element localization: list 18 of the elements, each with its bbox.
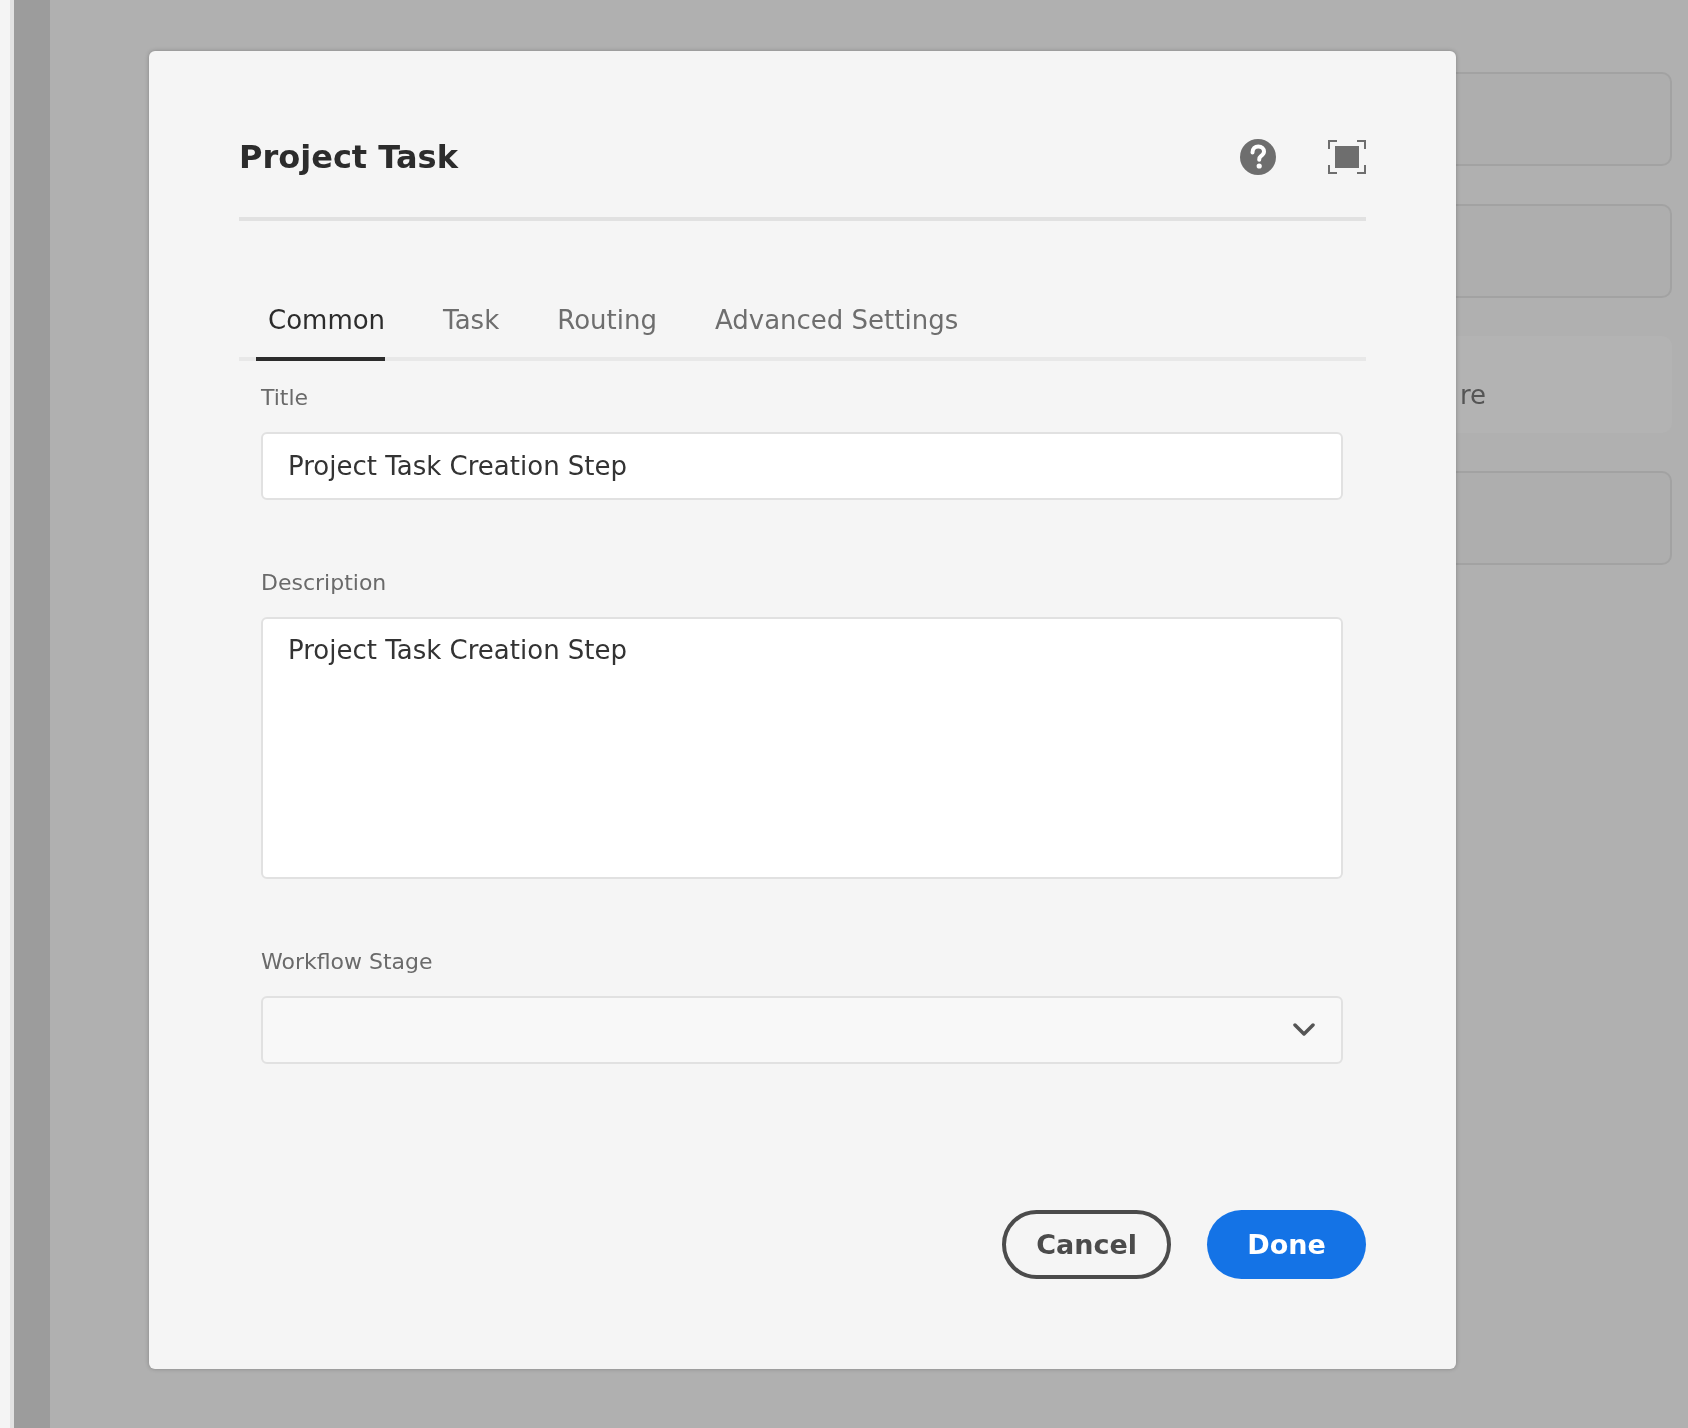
tab[interactable]: Task (443, 305, 500, 361)
description-field[interactable]: Project Task Creation Step (261, 617, 1343, 879)
tab[interactable]: Routing (557, 305, 657, 361)
title-field[interactable]: Project Task Creation Step (261, 432, 1343, 500)
field-label: Workflow Stage (261, 949, 434, 974)
fullscreen-button[interactable] (1328, 140, 1366, 174)
field-label: Description (261, 570, 388, 595)
tab[interactable]: Common (256, 305, 386, 361)
cancel-button[interactable]: Cancel (1002, 1210, 1171, 1279)
help-icon (1240, 139, 1276, 175)
tab[interactable]: Advanced Settings (714, 305, 959, 361)
chevron-down-icon (1293, 1023, 1315, 1037)
card-text: re (1460, 379, 1487, 410)
fullscreen-icon (1328, 140, 1366, 174)
dialog-title: Project Task (239, 138, 460, 176)
help-button[interactable] (1240, 139, 1276, 175)
field-label: Title (261, 385, 310, 410)
done-button[interactable]: Done (1207, 1210, 1366, 1279)
